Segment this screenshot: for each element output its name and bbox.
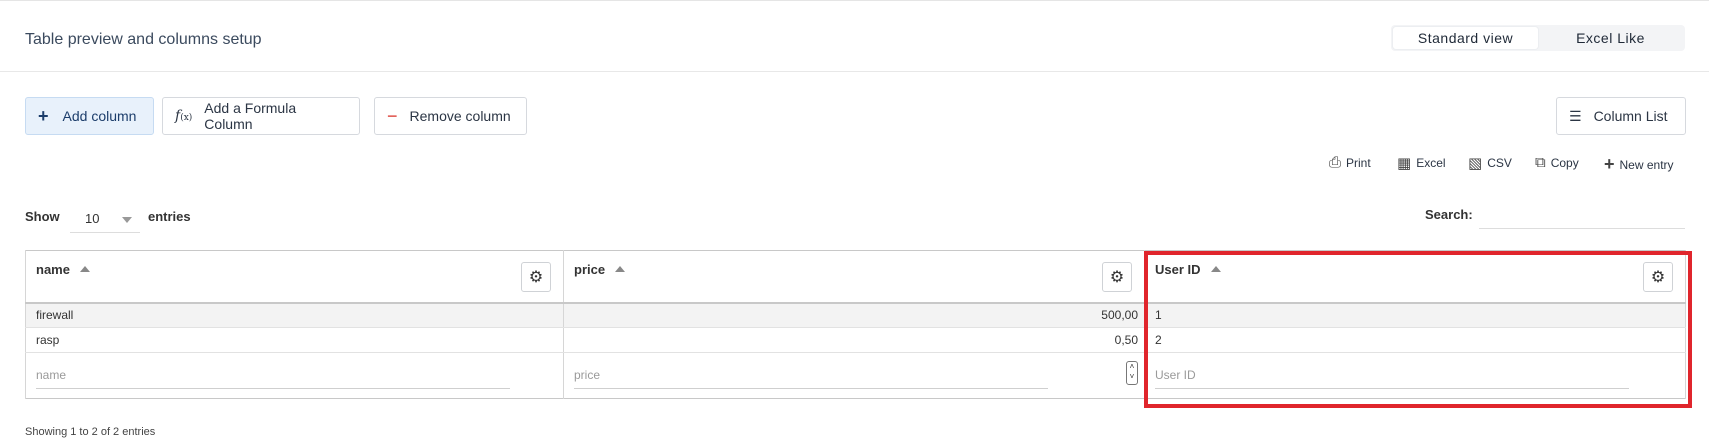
- new-name-input[interactable]: [36, 362, 510, 389]
- header-row: name ⚙ price ⚙ User ID ⚙: [25, 250, 1686, 304]
- copy-label: Copy: [1550, 155, 1579, 170]
- table-info: Showing 1 to 2 of 2 entries: [25, 426, 156, 438]
- table-row[interactable]: firewall 500,00 1: [25, 302, 1686, 328]
- column-header-price[interactable]: price ⚙: [563, 250, 1145, 304]
- new-price-input[interactable]: [574, 362, 1048, 389]
- add-column-button[interactable]: + Add column: [25, 97, 154, 135]
- printer-icon: ⎙: [1329, 154, 1342, 171]
- function-icon: f(x): [175, 108, 193, 124]
- sort-ascending-icon: [79, 266, 90, 272]
- entries-per-page-value: 10: [85, 211, 100, 226]
- plus-icon: +: [1604, 154, 1615, 174]
- minus-icon: −: [387, 105, 398, 126]
- excel-button[interactable]: ▦ Excel: [1397, 154, 1446, 172]
- standard-view-tab[interactable]: Standard view: [1393, 27, 1538, 49]
- gear-icon[interactable]: ⚙: [521, 262, 551, 292]
- chevron-down-icon: [122, 217, 132, 223]
- gear-icon[interactable]: ⚙: [1643, 262, 1673, 292]
- new-entry-label: New entry: [1619, 157, 1674, 172]
- column-list-label: Column List: [1593, 108, 1668, 124]
- entries-label: entries: [148, 209, 191, 224]
- new-user-id-cell: [1144, 352, 1686, 399]
- csv-file-icon: ▧: [1468, 155, 1483, 172]
- add-formula-label: Add a Formula Column: [204, 100, 297, 132]
- table-setup-card: Table preview and columns setup Standard…: [0, 0, 1709, 444]
- search-label: Search:: [1425, 207, 1473, 222]
- column-title: price: [574, 262, 606, 277]
- cell-name[interactable]: rasp: [25, 327, 564, 353]
- remove-column-button[interactable]: − Remove column: [374, 97, 527, 135]
- data-table: name ⚙ price ⚙ User ID ⚙ firewall 500,00…: [25, 250, 1686, 399]
- sort-ascending-icon: [1210, 266, 1221, 272]
- remove-column-label: Remove column: [409, 108, 511, 124]
- column-title: name: [36, 262, 70, 277]
- column-header-user-id[interactable]: User ID ⚙: [1144, 250, 1686, 304]
- entries-per-page-select[interactable]: 10: [70, 205, 140, 233]
- show-label: Show: [25, 209, 60, 224]
- column-header-name[interactable]: name ⚙: [25, 250, 564, 304]
- column-title: User ID: [1155, 262, 1201, 277]
- cell-user-id[interactable]: 2: [1144, 327, 1686, 353]
- page-title: Table preview and columns setup: [25, 31, 262, 48]
- copy-button[interactable]: ⧉ Copy: [1535, 154, 1579, 171]
- csv-label: CSV: [1487, 156, 1512, 170]
- excel-file-icon: ▦: [1397, 155, 1412, 172]
- plus-icon: +: [38, 105, 49, 126]
- excel-label: Excel: [1416, 156, 1446, 170]
- new-price-cell: ˄˅: [563, 352, 1145, 399]
- cell-price[interactable]: 0,50: [563, 327, 1145, 353]
- new-entry-button[interactable]: + New entry: [1604, 154, 1674, 175]
- search-input[interactable]: [1479, 201, 1685, 229]
- print-label: Print: [1346, 155, 1371, 170]
- cell-name[interactable]: firewall: [25, 302, 564, 328]
- new-name-cell: [25, 352, 564, 399]
- excel-like-tab[interactable]: Excel Like: [1538, 27, 1683, 49]
- cell-price[interactable]: 500,00: [563, 302, 1145, 328]
- list-icon: ☰: [1569, 107, 1582, 124]
- add-formula-column-button[interactable]: f(x) Add a Formula Column: [162, 97, 360, 135]
- new-entry-row: ˄˅: [25, 352, 1686, 399]
- sort-ascending-icon: [615, 266, 626, 272]
- csv-button[interactable]: ▧ CSV: [1468, 154, 1512, 172]
- column-list-button[interactable]: ☰ Column List: [1556, 97, 1686, 135]
- number-stepper-icon[interactable]: ˄ ˅: [1126, 361, 1138, 385]
- gear-icon[interactable]: ⚙: [1102, 262, 1132, 292]
- copy-icon: ⧉: [1535, 154, 1546, 171]
- print-button[interactable]: ⎙ Print: [1329, 154, 1371, 171]
- new-user-id-input[interactable]: [1155, 362, 1629, 389]
- view-toggle: Standard view Excel Like: [1391, 25, 1685, 51]
- card-header: Table preview and columns setup Standard…: [0, 2, 1709, 72]
- add-column-label: Add column: [62, 108, 137, 124]
- cell-user-id[interactable]: 1: [1144, 302, 1686, 328]
- table-row[interactable]: rasp 0,50 2: [25, 327, 1686, 353]
